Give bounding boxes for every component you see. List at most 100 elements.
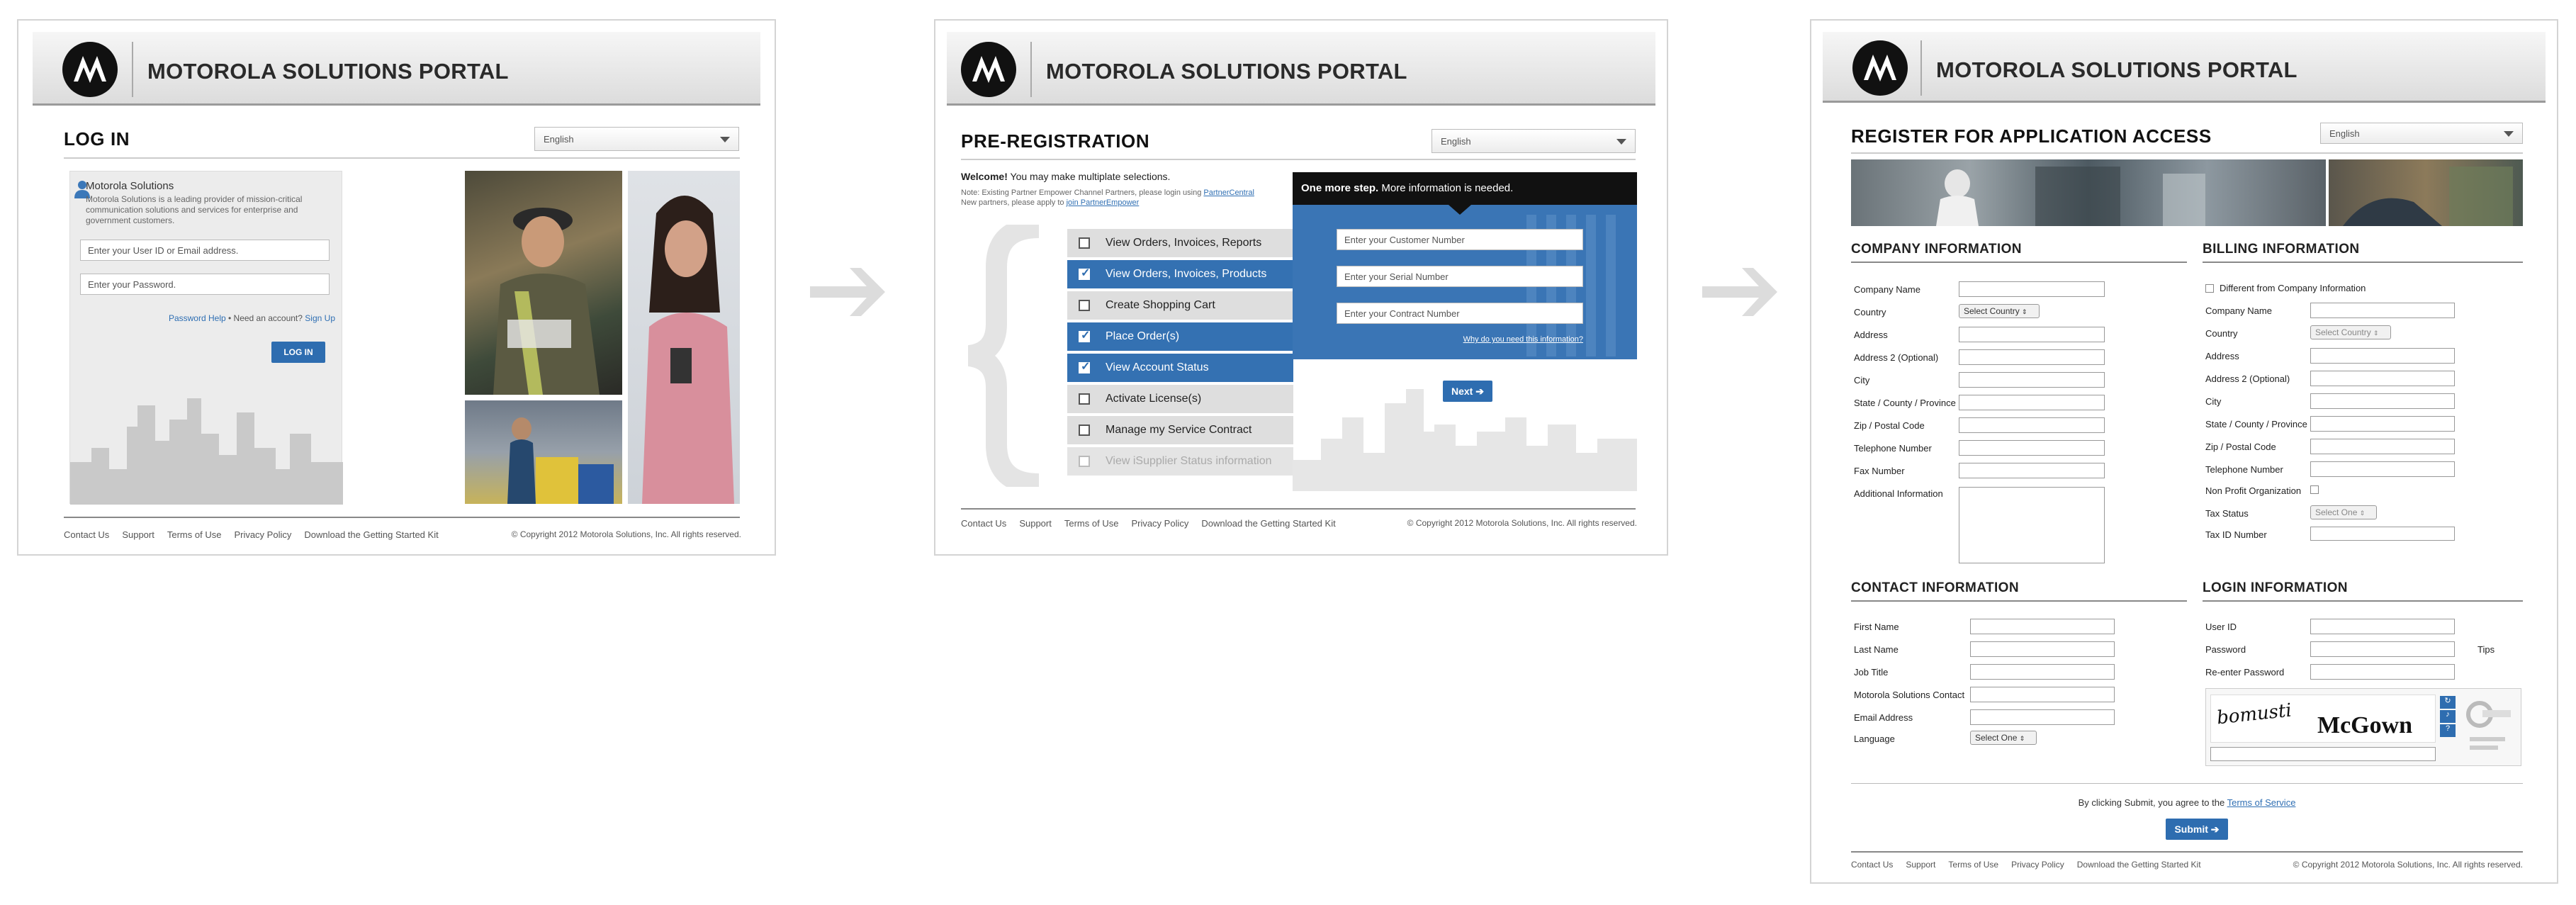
billing-country-select[interactable]: Select Country ⇕	[2310, 325, 2391, 339]
last-name-input[interactable]	[1970, 641, 2115, 657]
country-select[interactable]: Select Country ⇕	[1959, 304, 2040, 318]
footer-link-privacy[interactable]: Privacy Policy	[234, 529, 291, 540]
billing-telephone-label: Telephone Number	[2205, 464, 2283, 475]
portal-header: MOTOROLA SOLUTIONS PORTAL	[1823, 32, 2546, 103]
company-name-input[interactable]	[1959, 281, 2105, 297]
address-input[interactable]	[1959, 327, 2105, 342]
address2-input[interactable]	[1959, 349, 2105, 365]
billing-state-input[interactable]	[2310, 416, 2455, 432]
language-select[interactable]: English	[1432, 129, 1636, 153]
billing-address2-input[interactable]	[2310, 371, 2455, 386]
state-input[interactable]	[1959, 395, 2105, 410]
why-info-link[interactable]: Why do you need this information?	[1434, 335, 1583, 344]
footer-link-support[interactable]: Support	[1019, 518, 1052, 529]
footer-link-terms[interactable]: Terms of Use	[1948, 860, 1998, 870]
option-activate-licenses[interactable]: Activate License(s)	[1067, 385, 1293, 413]
billing-city-input[interactable]	[2310, 393, 2455, 409]
tax-status-select[interactable]: Select One ⇕	[2310, 505, 2377, 519]
billing-company-input[interactable]	[2310, 303, 2455, 318]
job-title-input[interactable]	[1970, 664, 2115, 680]
password-label: Password	[2205, 644, 2246, 655]
banner-photo-worker	[2329, 159, 2523, 226]
footer-link-terms[interactable]: Terms of Use	[1064, 518, 1119, 529]
language-select[interactable]: English	[2320, 123, 2523, 144]
footer-link-privacy[interactable]: Privacy Policy	[1131, 518, 1188, 529]
reenter-password-input[interactable]	[2310, 664, 2455, 680]
footer-link-contact[interactable]: Contact Us	[961, 518, 1006, 529]
password-help-link[interactable]: Password Help	[169, 313, 226, 323]
language-select[interactable]: English	[534, 127, 739, 151]
checkbox[interactable]	[1079, 300, 1090, 311]
checkbox[interactable]	[1079, 266, 1090, 280]
portal-title: MOTOROLA SOLUTIONS PORTAL	[147, 59, 509, 84]
email-input[interactable]	[1970, 709, 2115, 725]
billing-zip-input[interactable]	[2310, 439, 2455, 454]
customer-number-input[interactable]: Enter your Customer Number	[1337, 229, 1583, 250]
footer-links: Contact Us Support Terms of Use Privacy Pol…	[961, 518, 1349, 529]
checkbox[interactable]	[1079, 328, 1090, 342]
checkbox[interactable]	[1079, 359, 1090, 373]
audio-icon[interactable]: ♪	[2440, 710, 2456, 723]
footer-rule	[64, 517, 740, 518]
footer-link-privacy[interactable]: Privacy Policy	[2011, 860, 2064, 870]
password-input[interactable]: Enter your Password.	[80, 274, 330, 295]
billing-address-input[interactable]	[2310, 348, 2455, 364]
nonprofit-checkbox[interactable]	[2310, 485, 2319, 494]
footer-link-kit[interactable]: Download the Getting Started Kit	[304, 529, 438, 540]
zip-input[interactable]	[1959, 417, 2105, 433]
checkbox[interactable]	[1079, 237, 1090, 249]
country-label: Country	[1854, 307, 1886, 317]
first-name-input[interactable]	[1970, 619, 2115, 634]
footer-link-contact[interactable]: Contact Us	[64, 529, 109, 540]
option-view-orders-products[interactable]: View Orders, Invoices, Products	[1067, 260, 1293, 288]
motorola-logo	[1852, 40, 1908, 96]
checkbox[interactable]	[1079, 425, 1090, 436]
submit-button[interactable]: Submit ➔	[2166, 819, 2228, 840]
user-id-input[interactable]	[2310, 619, 2455, 634]
contract-number-input[interactable]: Enter your Contract Number	[1337, 303, 1583, 324]
billing-different-checkbox[interactable]	[2205, 284, 2214, 293]
tax-status-value: Select One	[2315, 507, 2358, 517]
option-create-shopping-cart[interactable]: Create Shopping Cart	[1067, 291, 1293, 320]
footer-link-terms[interactable]: Terms of Use	[167, 529, 222, 540]
option-place-orders[interactable]: Place Order(s)	[1067, 322, 1293, 351]
footer-link-kit[interactable]: Download the Getting Started Kit	[2077, 860, 2201, 870]
option-view-orders-reports[interactable]: View Orders, Invoices, Reports	[1067, 229, 1293, 257]
refresh-icon[interactable]: ↻	[2440, 696, 2456, 709]
help-icon[interactable]: ?	[2440, 724, 2456, 737]
login-button[interactable]: LOG IN	[271, 342, 325, 363]
city-input[interactable]	[1959, 372, 2105, 388]
tips-link[interactable]: Tips	[2477, 644, 2495, 655]
sign-up-link[interactable]: Sign Up	[305, 313, 335, 323]
additional-info-textarea[interactable]	[1959, 487, 2105, 563]
contact-language-select[interactable]: Select One ⇕	[1970, 731, 2037, 745]
captcha-controls: ↻ ♪ ?	[2440, 696, 2456, 738]
copyright: © Copyright 2012 Motorola Solutions, Inc…	[511, 529, 741, 539]
footer-link-support[interactable]: Support	[1906, 860, 1935, 870]
terms-of-service-link[interactable]: Terms of Service	[2227, 797, 2296, 808]
billing-telephone-input[interactable]	[2310, 461, 2455, 477]
footer-links: Contact Us Support Terms of Use Privacy Pol…	[64, 529, 451, 540]
checkbox[interactable]	[1079, 393, 1090, 405]
user-id-input[interactable]: Enter your User ID or Email address.	[80, 240, 330, 261]
partnercentral-link[interactable]: PartnerCentral	[1203, 189, 1254, 197]
footer-link-support[interactable]: Support	[122, 529, 154, 540]
option-view-account-status[interactable]: View Account Status	[1067, 354, 1293, 382]
option-isupplier-status: View iSupplier Status information	[1067, 447, 1293, 476]
telephone-input[interactable]	[1959, 440, 2105, 456]
option-label: Create Shopping Cart	[1106, 299, 1215, 311]
welcome-bold: Welcome!	[961, 171, 1008, 182]
option-manage-service-contract[interactable]: Manage my Service Contract	[1067, 416, 1293, 444]
fax-input[interactable]	[1959, 463, 2105, 478]
tax-id-input[interactable]	[2310, 527, 2455, 541]
footer-link-contact[interactable]: Contact Us	[1851, 860, 1893, 870]
billing-section-title: BILLING INFORMATION	[2203, 242, 2360, 257]
footer-link-kit[interactable]: Download the Getting Started Kit	[1201, 518, 1335, 529]
captcha-response-input[interactable]	[2210, 747, 2436, 761]
password-input[interactable]	[2310, 641, 2455, 657]
join-partnerempower-link[interactable]: join PartnerEmpower	[1067, 198, 1140, 207]
motorola-contact-input[interactable]	[1970, 687, 2115, 702]
serial-number-input[interactable]: Enter your Serial Number	[1337, 266, 1583, 287]
terms-text: By clicking Submit, you agree to the	[2078, 797, 2225, 808]
flow-arrow-icon	[810, 264, 888, 320]
